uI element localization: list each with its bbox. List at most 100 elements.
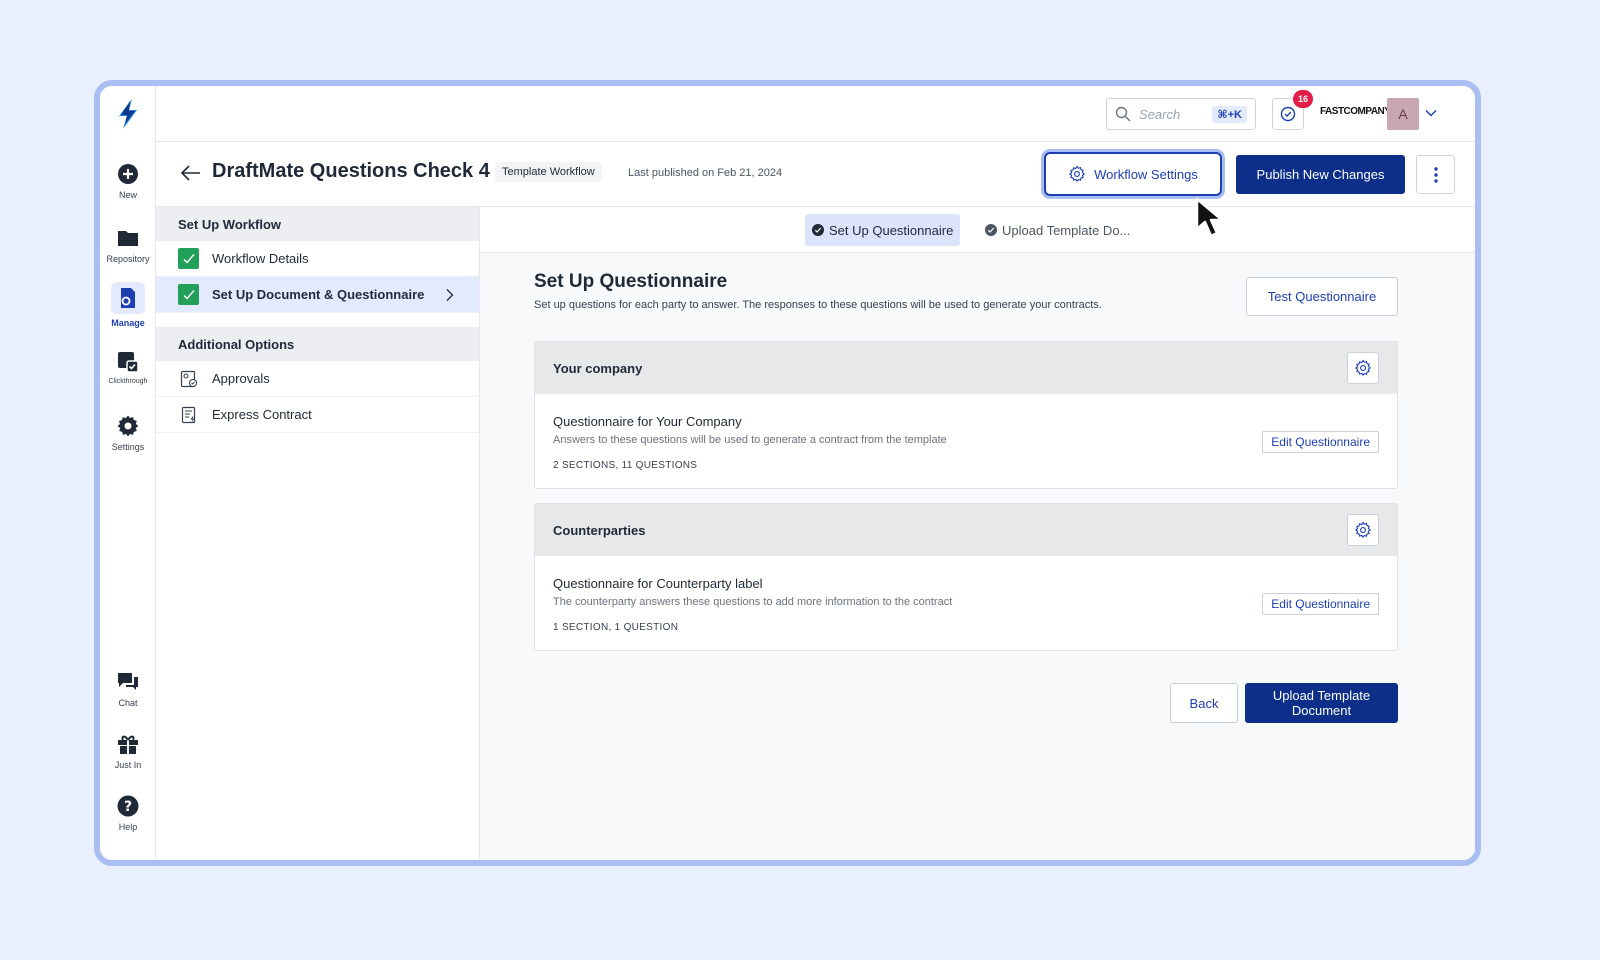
rail-item-active-bg [111,282,145,314]
nav-item-express-contract[interactable]: Express Contract [156,397,479,433]
search-icon [1115,106,1131,122]
card-body: Questionnaire for Your Company Answers t… [535,394,1397,488]
gear-icon [1354,359,1371,377]
kebab-menu-icon [1433,166,1438,183]
step-setup-questionnaire[interactable]: Set Up Questionnaire [805,214,961,246]
nav-item-workflow-details[interactable]: Workflow Details [156,241,479,277]
logo-icon[interactable] [114,98,142,130]
questionnaire-card-counterparties: Counterparties Questionnaire for Counter… [534,503,1398,651]
folder-icon [118,231,138,246]
questionnaire-content: Set Up Questionnaire Set up questions fo… [534,271,1398,723]
step-upload-template[interactable]: Upload Template Do... [978,214,1137,246]
check-circle-icon [1280,106,1296,122]
check-dot-icon [812,224,824,236]
search-input[interactable]: Search ⌘+K [1106,98,1256,130]
back-button[interactable]: Back [1170,683,1238,723]
step-label: Set Up Questionnaire [829,222,954,238]
edit-questionnaire-button[interactable]: Edit Questionnaire [1262,431,1379,453]
rail-item-settings[interactable]: Settings [100,414,156,452]
test-questionnaire-button[interactable]: Test Questionnaire [1246,277,1398,316]
checkmark-icon [178,284,199,305]
approvals-icon [178,368,199,389]
search-placeholder: Search [1139,106,1181,122]
app-frame: New Repository Manage Clickthrough Setti… [94,80,1481,866]
rail-label: New [118,190,137,200]
rail-label: Help [118,822,138,832]
app: New Repository Manage Clickthrough Setti… [100,86,1475,860]
questionnaire-description: The counterparty answers these questions… [553,596,953,608]
gear-icon [1069,165,1086,183]
check-dot-icon [985,224,997,236]
rail-item-chat[interactable]: Chat [100,670,156,708]
card-settings-button[interactable] [1347,514,1379,546]
page-title: DraftMate Questions Check 4 [212,160,490,182]
questionnaire-title: Questionnaire for Counterparty label [553,576,763,591]
left-rail: New Repository Manage Clickthrough Setti… [100,86,156,860]
card-heading-label: Counterparties [553,522,646,538]
mouse-pointer-icon [1195,197,1224,238]
main-content: Set Up Questionnaire Upload Template Do.… [480,207,1475,860]
questionnaire-card-your-company: Your company Questionnaire for Your Comp… [534,341,1398,489]
upload-template-document-button[interactable]: Upload Template Document [1245,683,1398,723]
section-heading-setup: Set Up Workflow [156,207,479,241]
manage-document-icon [121,288,135,308]
nav-item-label: Workflow Details [212,251,309,266]
rail-label: Just In [114,760,142,770]
edit-questionnaire-button[interactable]: Edit Questionnaire [1262,593,1379,615]
search-shortcut: ⌘+K [1212,105,1247,123]
rail-label: Clickthrough [108,378,148,385]
section-heading-additional: Additional Options [156,327,479,361]
plus-circle-icon [118,164,138,184]
rail-item-new[interactable]: New [100,162,156,200]
gift-icon [118,735,138,754]
notification-badge: 16 [1293,90,1313,108]
company-logo: FASTCOMPANY [1320,106,1391,117]
chevron-down-icon[interactable] [1424,106,1438,120]
workflow-type-tag: Template Workflow [495,162,602,182]
rail-label: Chat [118,698,138,708]
questionnaire-meta: 1 SECTION, 1 QUESTION [553,622,679,633]
gear-icon [117,415,139,437]
workflow-settings-button[interactable]: Workflow Settings [1044,152,1222,196]
chat-icon [118,673,138,690]
card-body: Questionnaire for Counterparty label The… [535,556,1397,650]
step-bar: Set Up Questionnaire Upload Template Do.… [480,207,1475,253]
last-published: Last published on Feb 21, 2024 [628,167,783,179]
workflow-settings-label: Workflow Settings [1094,166,1198,182]
card-settings-button[interactable] [1347,352,1379,384]
help-icon: ? [117,795,139,817]
card-heading-label: Your company [553,360,643,376]
back-arrow-icon[interactable] [180,162,202,184]
publish-new-changes-button[interactable]: Publish New Changes [1236,155,1405,194]
page-header: DraftMate Questions Check 4 Template Wor… [156,142,1475,207]
questionnaire-description: Answers to these questions will be used … [553,434,947,446]
chevron-right-icon [446,289,454,301]
top-bar: Search ⌘+K 16 FASTCOMPANY A [156,86,1475,142]
nav-item-setup-document-questionnaire[interactable]: Set Up Document & Questionnaire [156,277,479,313]
rail-item-clickthrough[interactable]: Clickthrough [100,350,156,385]
card-heading: Counterparties [535,504,1397,556]
avatar[interactable]: A [1387,98,1419,130]
checkmark-icon [178,248,199,269]
step-label: Upload Template Do... [1002,222,1131,238]
more-options-button[interactable] [1416,155,1455,194]
rail-label: Repository [106,254,150,264]
workflow-side-nav: Set Up Workflow Workflow Details Set Up … [156,207,480,860]
nav-item-label: Express Contract [212,407,312,422]
questionnaire-title: Questionnaire for Your Company [553,414,742,429]
questionnaire-meta: 2 SECTIONS, 11 QUESTIONS [553,460,698,471]
rail-item-manage[interactable]: Manage [100,282,156,328]
gear-icon [1354,521,1371,539]
rail-label: Manage [111,318,145,328]
card-heading: Your company [535,342,1397,394]
rail-item-just-in[interactable]: Just In [100,732,156,770]
nav-item-approvals[interactable]: Approvals [156,361,479,397]
rail-item-help[interactable]: ? Help [100,794,156,832]
express-contract-icon [178,404,199,425]
rail-item-repository[interactable]: Repository [100,226,156,264]
svg-text:?: ? [124,799,132,815]
nav-item-label: Approvals [212,371,270,386]
rail-label: Settings [111,442,145,452]
clickthrough-icon [118,352,139,373]
